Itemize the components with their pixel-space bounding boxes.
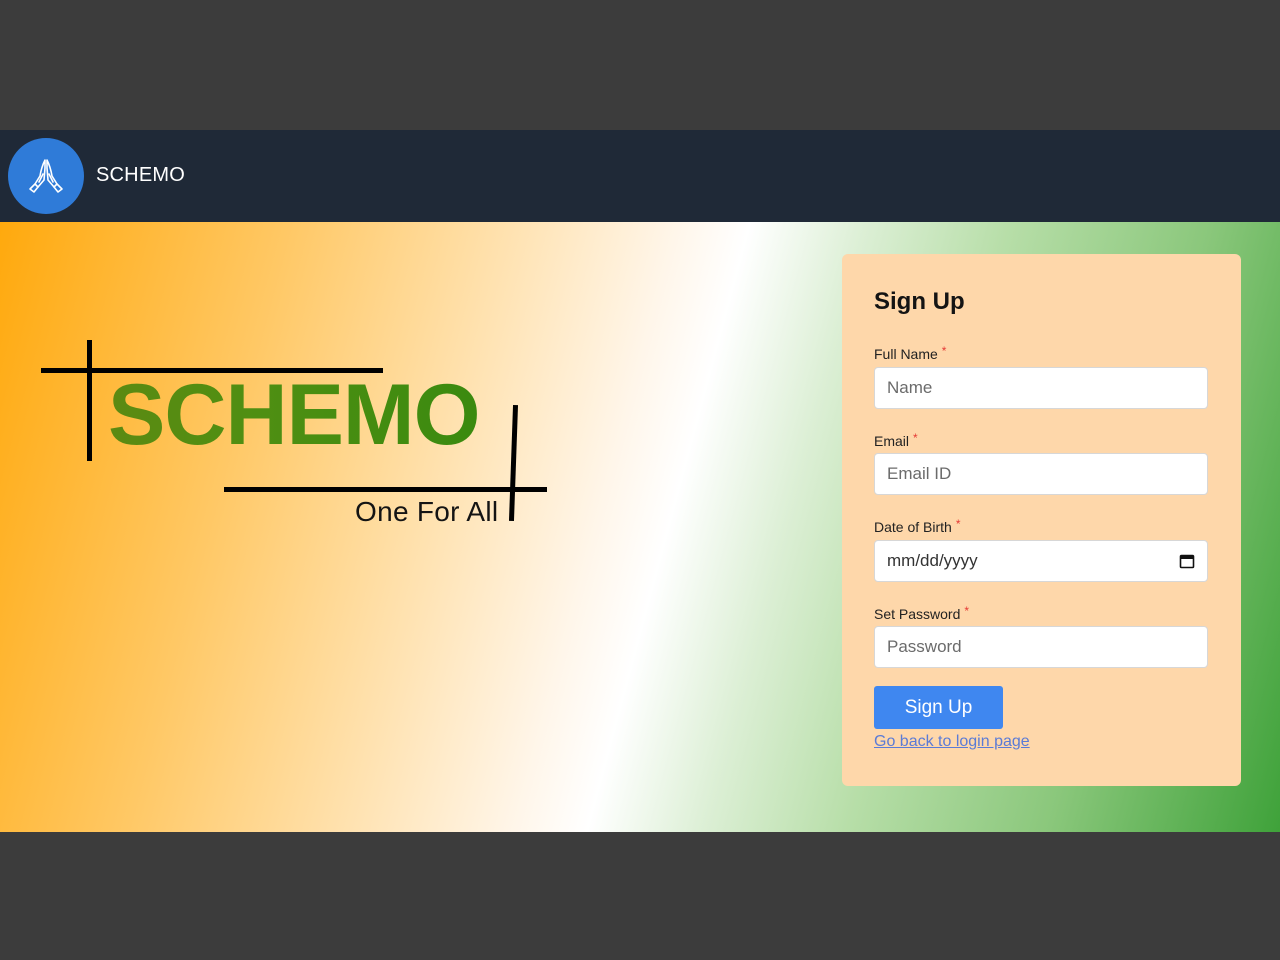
hero-section: SCHEMO One For All Sign Up Full Name* Em…: [0, 222, 1280, 832]
top-navbar: SCHEMO: [0, 130, 1280, 222]
signup-title: Sign Up: [874, 288, 965, 315]
dob-input[interactable]: mm/dd/yyyy: [874, 540, 1208, 582]
logo-frame-line: [87, 340, 92, 461]
full-name-label: Full Name *: [874, 344, 946, 362]
password-label-text: Set Password: [874, 606, 961, 622]
logo-wordmark: SCHEMO: [108, 367, 480, 463]
schemo-logo: SCHEMO One For All: [0, 222, 600, 622]
email-label-text: Email: [874, 433, 910, 449]
required-mark: *: [955, 517, 961, 531]
full-name-input[interactable]: [874, 367, 1208, 409]
logo-frame-line: [224, 487, 547, 492]
signup-button[interactable]: Sign Up: [874, 686, 1003, 729]
brand-name[interactable]: SCHEMO: [96, 164, 185, 187]
email-input[interactable]: [874, 453, 1208, 495]
dob-label: Date of Birth *: [874, 517, 961, 535]
praying-hands-icon: [29, 159, 63, 193]
email-label: Email *: [874, 431, 918, 449]
back-to-login-link[interactable]: Go back to login page: [874, 733, 1030, 751]
logo-tagline: One For All: [355, 496, 499, 527]
dob-label-text: Date of Birth: [874, 519, 952, 535]
signup-card: Sign Up Full Name* Email* Date of Birth*…: [842, 254, 1241, 786]
app-frame: SCHEMO SCHEMO One For All Sign Up Full N…: [0, 130, 1280, 832]
password-label: Set Password *: [874, 604, 969, 622]
calendar-icon[interactable]: [1179, 553, 1195, 569]
logo-frame-line: [508, 404, 519, 522]
required-mark: *: [913, 431, 918, 445]
required-mark: *: [964, 604, 970, 618]
required-mark: *: [941, 344, 947, 358]
full-name-label-text: Full Name: [874, 346, 938, 362]
dob-placeholder: mm/dd/yyyy: [887, 551, 978, 570]
logo-badge[interactable]: [8, 138, 84, 214]
password-input[interactable]: [874, 626, 1208, 668]
